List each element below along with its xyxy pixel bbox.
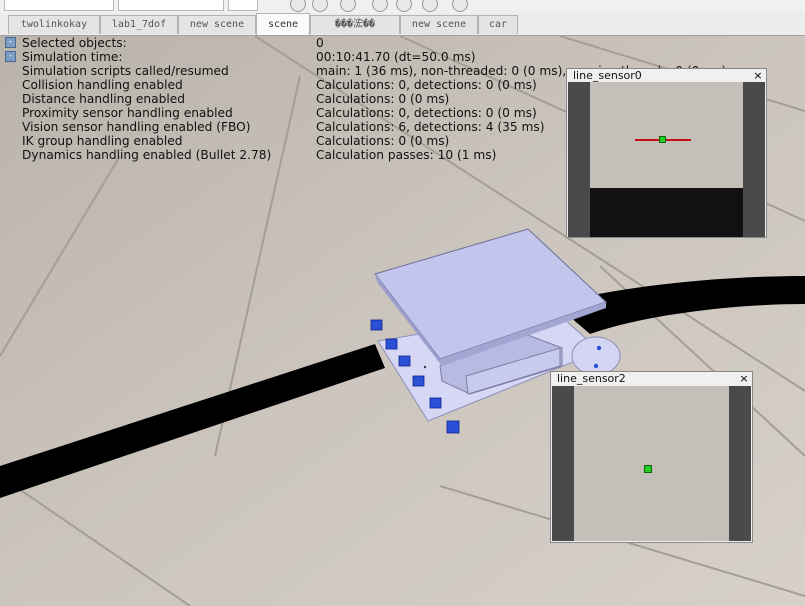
toolbar-button[interactable] [372, 0, 388, 12]
info-value: Calculations: 0 (0 ms) [316, 134, 450, 148]
info-value: Calculation passes: 10 (1 ms) [316, 148, 497, 162]
info-value: 0 [316, 36, 324, 50]
info-label: Vision sensor handling enabled (FBO) [22, 120, 251, 134]
sensor-image [552, 386, 751, 541]
line-sensor [412, 375, 425, 387]
info-value: Calculations: 0, detections: 0 (0 ms) [316, 78, 537, 92]
tab-unnamed-scene[interactable]: ���浤�� [310, 15, 400, 34]
toolbar-button[interactable] [312, 0, 328, 12]
toolbar-button[interactable] [422, 0, 438, 12]
tab-lab1-7dof[interactable]: lab1_7dof [100, 15, 178, 34]
close-icon[interactable]: × [739, 372, 749, 386]
scene-tab-bar: twolinkokay lab1_7dof new scene scene ��… [0, 13, 805, 36]
info-label: Proximity sensor handling enabled [22, 106, 233, 120]
toolbar-field[interactable] [4, 0, 114, 11]
wheel-marker [596, 345, 602, 351]
line-sensor [446, 420, 460, 434]
floating-view-line-sensor2[interactable]: line_sensor2 × [550, 371, 753, 543]
toolbar-button[interactable] [452, 0, 468, 12]
floating-view-title[interactable]: line_sensor0 [567, 69, 766, 83]
info-value: Calculations: 0 (0 ms) [316, 92, 450, 106]
tab-new-scene[interactable]: new scene [178, 15, 256, 34]
close-icon[interactable]: × [753, 69, 763, 83]
sensor-image [568, 82, 765, 237]
image-border-dark [568, 82, 590, 237]
toolbar-button[interactable] [340, 0, 356, 12]
info-label: Distance handling enabled [22, 92, 185, 106]
tab-scene[interactable]: scene [256, 13, 310, 35]
collapse-toggle[interactable]: - [5, 51, 16, 62]
center-marker [659, 136, 666, 143]
info-label: Collision handling enabled [22, 78, 183, 92]
info-label: Selected objects: [22, 36, 127, 50]
robot-wheel [571, 336, 621, 376]
info-label: Simulation time: [22, 50, 123, 64]
wheel-marker [593, 363, 599, 369]
toolbar-strip [0, 0, 805, 14]
info-label: Simulation scripts called/resumed [22, 64, 229, 78]
center-marker [644, 465, 652, 473]
toolbar-dropdown[interactable] [228, 0, 258, 11]
info-value: Calculations: 6, detections: 4 (35 ms) [316, 120, 545, 134]
tab-car[interactable]: car [478, 15, 518, 34]
floating-view-title[interactable]: line_sensor2 [551, 372, 752, 386]
tab-twolinkokay[interactable]: twolinkokay [8, 15, 100, 34]
line-sensor [370, 319, 383, 331]
info-value: Calculations: 0, detections: 0 (0 ms) [316, 106, 537, 120]
scene-viewport[interactable]: - Selected objects: 0 - Simulation time:… [0, 36, 805, 606]
toolbar-button[interactable] [396, 0, 412, 12]
toolbar-field[interactable] [118, 0, 224, 11]
image-border-dark [729, 386, 751, 541]
line-sensor [429, 397, 442, 409]
detected-line-region [590, 188, 743, 237]
floating-view-line-sensor0[interactable]: line_sensor0 × [566, 68, 767, 238]
toolbar-button[interactable] [290, 0, 306, 12]
info-value: 00:10:41.70 (dt=50.0 ms) [316, 50, 476, 64]
image-border-dark [743, 82, 765, 237]
image-border-dark [552, 386, 574, 541]
robot-marker [423, 365, 427, 369]
collapse-toggle[interactable]: - [5, 37, 16, 48]
line-sensor [398, 355, 411, 367]
info-label: IK group handling enabled [22, 134, 183, 148]
info-label: Dynamics handling enabled (Bullet 2.78) [22, 148, 272, 162]
tab-new-scene-2[interactable]: new scene [400, 15, 478, 34]
line-sensor [385, 338, 398, 350]
